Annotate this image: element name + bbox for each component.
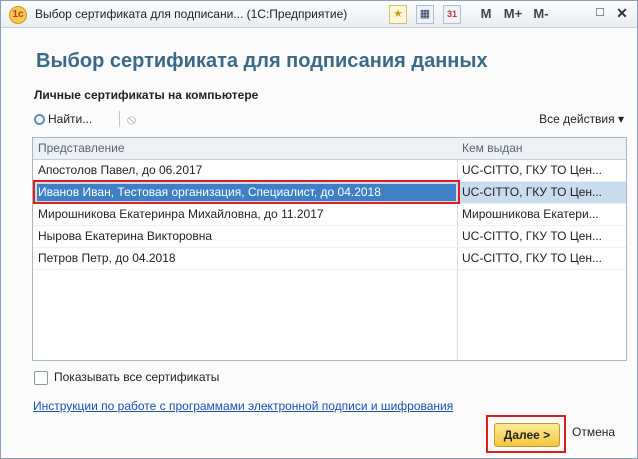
cancel-button[interactable]: Отмена [572,425,615,439]
cell-issuer: Мирошникова Екатери... [462,207,599,221]
section-label: Личные сертификаты на компьютере [34,88,259,102]
certificates-table: Представление Кем выдан Апостолов Павел,… [32,137,627,361]
favorite-star-icon[interactable]: ★ [389,5,407,24]
cancel-search-icon[interactable]: ⦸ [127,111,143,127]
next-button[interactable]: Далее > [494,423,560,447]
column-header-issuer[interactable]: Кем выдан [462,141,523,155]
next-button-annotation-frame: Далее > [486,415,566,453]
find-button[interactable]: Найти... [34,110,92,128]
instructions-link[interactable]: Инструкции по работе с программами элект… [33,399,453,413]
column-header-representation[interactable]: Представление [38,141,125,155]
cell-representation: Мирошникова Екатеринра Михайловна, до 11… [38,207,324,221]
cell-issuer: UC-CITTO, ГКУ ТО Цен... [462,251,602,265]
cell-representation: Иванов Иван, Тестовая организация, Специ… [38,185,381,199]
restore-window-icon[interactable]: ☐ [592,5,608,22]
show-all-checkbox[interactable] [34,371,48,385]
form-title: Выбор сертификата для подписания данных [36,50,488,72]
cell-issuer: UC-CITTO, ГКУ ТО Цен... [462,163,602,177]
title-bar: 1c Выбор сертификата для подписани... (1… [1,1,637,28]
app-1c-icon[interactable]: 1c [9,6,27,24]
cell-issuer: UC-CITTO, ГКУ ТО Цен... [462,185,602,199]
cell-representation: Нырова Екатерина Викторовна [38,229,213,243]
table-row-selected[interactable]: Иванов Иван, Тестовая организация, Специ… [33,180,626,204]
calendar-icon[interactable]: 31 [443,5,461,24]
table-header: Представление Кем выдан [33,138,626,160]
show-all-label: Показывать все сертификаты [54,370,220,384]
memory-plus-button[interactable]: M+ [501,5,525,22]
window-title: Выбор сертификата для подписани... (1С:П… [35,7,348,21]
find-button-label: Найти... [48,112,93,126]
memory-minus-button[interactable]: M- [530,5,552,22]
cell-representation: Апостолов Павел, до 06.2017 [38,163,203,177]
search-icon [34,114,45,125]
close-icon[interactable]: ✕ [613,5,631,22]
cell-representation: Петров Петр, до 04.2018 [38,251,176,265]
memory-m-button[interactable]: M [479,5,493,22]
table-row[interactable]: Петров Петр, до 04.2018 UC-CITTO, ГКУ ТО… [33,248,626,270]
cell-issuer: UC-CITTO, ГКУ ТО Цен... [462,229,602,243]
calculator-icon[interactable]: ▦ [416,5,434,24]
all-actions-menu[interactable]: Все действия ▾ [539,112,624,126]
dialog-window: 1c Выбор сертификата для подписани... (1… [0,0,638,459]
toolbar-divider [119,111,120,127]
table-row[interactable]: Мирошникова Екатеринра Михайловна, до 11… [33,204,626,226]
table-row[interactable]: Нырова Екатерина Викторовна UC-CITTO, ГК… [33,226,626,248]
table-row[interactable]: Апостолов Павел, до 06.2017 UC-CITTO, ГК… [33,160,626,182]
